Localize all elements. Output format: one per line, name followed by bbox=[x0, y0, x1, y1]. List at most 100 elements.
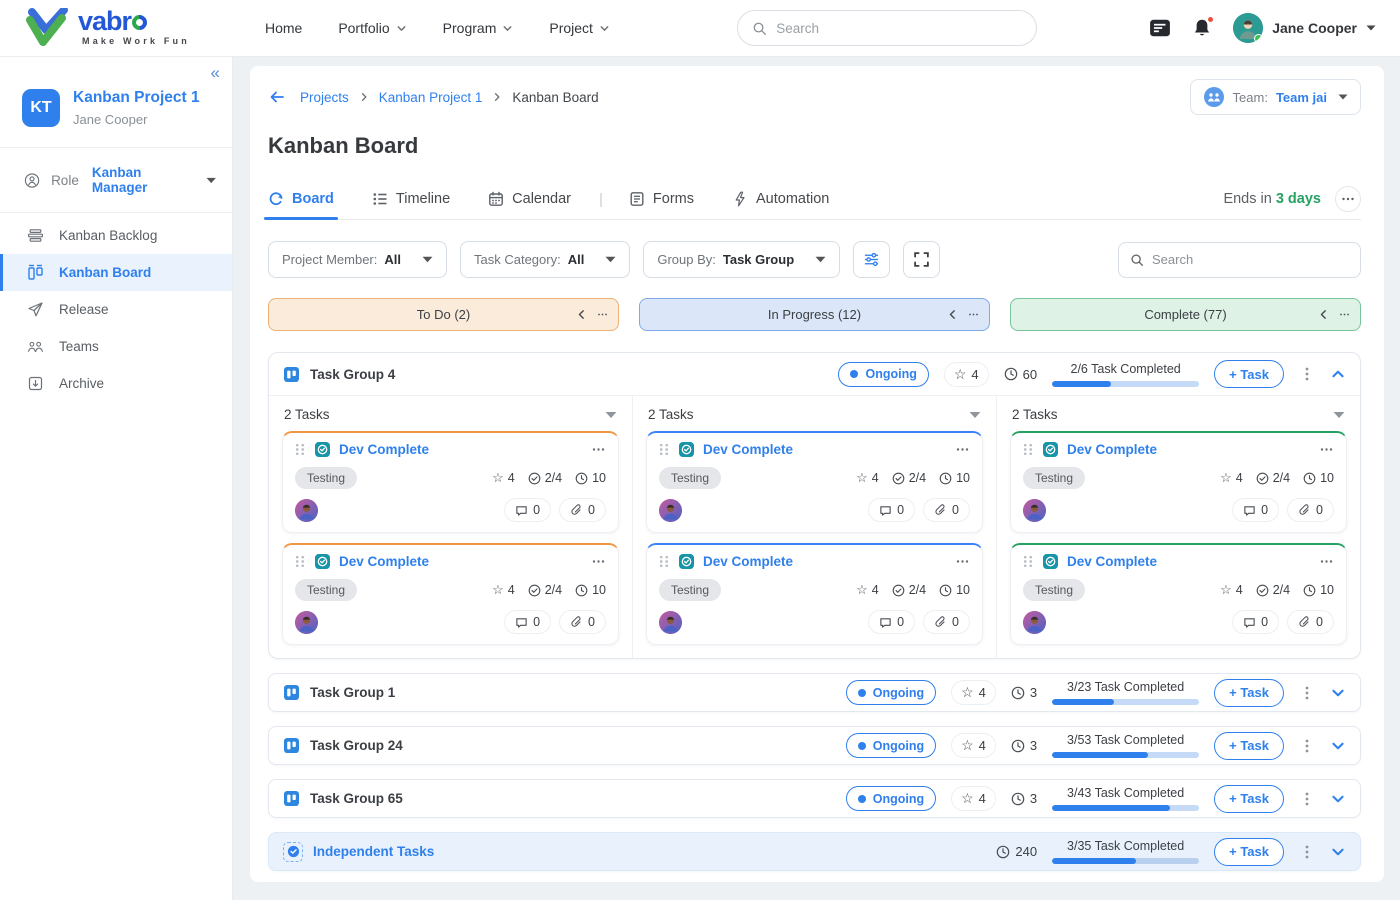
task-category-filter[interactable]: Task Category:All bbox=[460, 241, 630, 278]
group-menu-button[interactable] bbox=[1299, 685, 1315, 701]
board-more-button[interactable] bbox=[1335, 186, 1361, 212]
task-group-header[interactable]: Task Group 4 Ongoing ☆4 60 2/6 Task Comp… bbox=[269, 353, 1360, 395]
user-menu[interactable]: Jane Cooper bbox=[1233, 13, 1376, 43]
assignee-avatar[interactable] bbox=[659, 499, 682, 522]
task-group-row[interactable]: Task Group 65 Ongoing ☆4 3 3/43 Task Com… bbox=[268, 779, 1361, 818]
task-title-link[interactable]: Dev Complete bbox=[339, 554, 429, 569]
add-task-button[interactable]: + Task bbox=[1214, 732, 1284, 760]
expand-group-icon[interactable] bbox=[1330, 738, 1346, 754]
tab-calendar[interactable]: Calendar bbox=[488, 179, 571, 219]
column-complete[interactable]: Complete (77) bbox=[1010, 298, 1361, 331]
expand-group-icon[interactable] bbox=[1330, 791, 1346, 807]
sidebar-item-archive[interactable]: Archive bbox=[0, 365, 232, 402]
task-card[interactable]: Dev Complete Testing ☆4 2/4 10 bbox=[646, 543, 983, 645]
team-selector[interactable]: Team: Team jai bbox=[1190, 79, 1361, 115]
expand-group-icon[interactable] bbox=[1330, 685, 1346, 701]
notifications-bell-icon[interactable] bbox=[1191, 17, 1213, 39]
comments-count[interactable]: 0 bbox=[504, 610, 551, 634]
task-title-link[interactable]: Dev Complete bbox=[703, 554, 793, 569]
project-member-filter[interactable]: Project Member:All bbox=[268, 241, 447, 278]
card-menu-button[interactable] bbox=[955, 554, 970, 569]
add-task-button[interactable]: + Task bbox=[1214, 838, 1284, 866]
card-menu-button[interactable] bbox=[1319, 442, 1334, 457]
card-menu-button[interactable] bbox=[1319, 554, 1334, 569]
assignee-avatar[interactable] bbox=[1023, 611, 1046, 634]
assignee-avatar[interactable] bbox=[1023, 499, 1046, 522]
add-task-button[interactable]: + Task bbox=[1214, 679, 1284, 707]
attachments-count[interactable]: 0 bbox=[1287, 498, 1334, 522]
board-settings-button[interactable] bbox=[853, 241, 890, 278]
status-badge[interactable]: Ongoing bbox=[838, 362, 928, 387]
drag-handle-icon[interactable] bbox=[295, 443, 306, 456]
tab-board[interactable]: Board bbox=[268, 179, 334, 219]
status-badge[interactable]: Ongoing bbox=[846, 786, 936, 811]
global-search[interactable] bbox=[737, 10, 1037, 46]
column-todo[interactable]: To Do (2) bbox=[268, 298, 619, 331]
sidebar-item-teams[interactable]: Teams bbox=[0, 328, 232, 365]
column-in-progress[interactable]: In Progress (12) bbox=[639, 298, 990, 331]
nav-home[interactable]: Home bbox=[265, 20, 302, 36]
attachments-count[interactable]: 0 bbox=[559, 498, 606, 522]
sidebar-item-release[interactable]: Release bbox=[0, 291, 232, 328]
tab-timeline[interactable]: Timeline bbox=[372, 179, 450, 219]
task-title-link[interactable]: Dev Complete bbox=[1067, 442, 1157, 457]
sidebar-collapse-icon[interactable]: « bbox=[211, 63, 220, 83]
attachments-count[interactable]: 0 bbox=[1287, 610, 1334, 634]
column-menu-icon[interactable] bbox=[1339, 309, 1350, 320]
task-card[interactable]: Dev Complete Testing ☆4 2/4 10 bbox=[1010, 431, 1347, 533]
group-menu-button[interactable] bbox=[1299, 738, 1315, 754]
global-search-input[interactable] bbox=[776, 21, 1022, 36]
nav-portfolio[interactable]: Portfolio bbox=[338, 20, 406, 36]
column-menu-icon[interactable] bbox=[968, 309, 979, 320]
card-menu-button[interactable] bbox=[591, 442, 606, 457]
chevron-left-icon[interactable] bbox=[576, 309, 587, 320]
tab-forms[interactable]: Forms bbox=[629, 179, 694, 219]
tab-automation[interactable]: Automation bbox=[732, 179, 829, 219]
group-menu-button[interactable] bbox=[1299, 366, 1315, 382]
comments-count[interactable]: 0 bbox=[868, 610, 915, 634]
collapse-group-icon[interactable] bbox=[1330, 366, 1346, 382]
breadcrumb-project-link[interactable]: Kanban Project 1 bbox=[379, 90, 483, 105]
task-title-link[interactable]: Dev Complete bbox=[339, 442, 429, 457]
chevron-down-icon[interactable] bbox=[605, 409, 617, 421]
status-badge[interactable]: Ongoing bbox=[846, 680, 936, 705]
assignee-avatar[interactable] bbox=[295, 611, 318, 634]
task-title-link[interactable]: Dev Complete bbox=[1067, 554, 1157, 569]
comments-count[interactable]: 0 bbox=[868, 498, 915, 522]
back-arrow-icon[interactable] bbox=[268, 88, 286, 106]
chevron-down-icon[interactable] bbox=[1333, 409, 1345, 421]
independent-tasks-row[interactable]: Independent Tasks 240 3/35 Task Complete… bbox=[268, 832, 1361, 871]
comments-count[interactable]: 0 bbox=[504, 498, 551, 522]
comments-count[interactable]: 0 bbox=[1232, 498, 1279, 522]
expand-group-icon[interactable] bbox=[1330, 844, 1346, 860]
drag-handle-icon[interactable] bbox=[659, 443, 670, 456]
attachments-count[interactable]: 0 bbox=[923, 498, 970, 522]
drag-handle-icon[interactable] bbox=[295, 555, 306, 568]
card-menu-button[interactable] bbox=[591, 554, 606, 569]
sidebar-item-kanban-backlog[interactable]: Kanban Backlog bbox=[0, 217, 232, 254]
task-card[interactable]: Dev Complete Testing ☆4 2/4 10 bbox=[282, 431, 619, 533]
chevron-left-icon[interactable] bbox=[1318, 309, 1329, 320]
chevron-left-icon[interactable] bbox=[947, 309, 958, 320]
board-search[interactable] bbox=[1118, 242, 1361, 278]
status-badge[interactable]: Ongoing bbox=[846, 733, 936, 758]
drag-handle-icon[interactable] bbox=[1023, 443, 1034, 456]
breadcrumb-projects-link[interactable]: Projects bbox=[300, 90, 349, 105]
column-menu-icon[interactable] bbox=[597, 309, 608, 320]
assignee-avatar[interactable] bbox=[659, 611, 682, 634]
fullscreen-button[interactable] bbox=[903, 241, 940, 278]
sidebar-item-kanban-board[interactable]: Kanban Board bbox=[0, 254, 232, 291]
add-task-button[interactable]: + Task bbox=[1214, 785, 1284, 813]
add-task-button[interactable]: + Task bbox=[1214, 360, 1284, 388]
card-menu-button[interactable] bbox=[955, 442, 970, 457]
assignee-avatar[interactable] bbox=[295, 499, 318, 522]
attachments-count[interactable]: 0 bbox=[559, 610, 606, 634]
feed-icon[interactable] bbox=[1149, 17, 1171, 39]
nav-project[interactable]: Project bbox=[549, 20, 610, 36]
drag-handle-icon[interactable] bbox=[659, 555, 670, 568]
chevron-down-icon[interactable] bbox=[969, 409, 981, 421]
nav-program[interactable]: Program bbox=[443, 20, 514, 36]
task-card[interactable]: Dev Complete Testing ☆4 2/4 10 bbox=[646, 431, 983, 533]
task-card[interactable]: Dev Complete Testing ☆4 2/4 10 bbox=[1010, 543, 1347, 645]
group-menu-button[interactable] bbox=[1299, 844, 1315, 860]
